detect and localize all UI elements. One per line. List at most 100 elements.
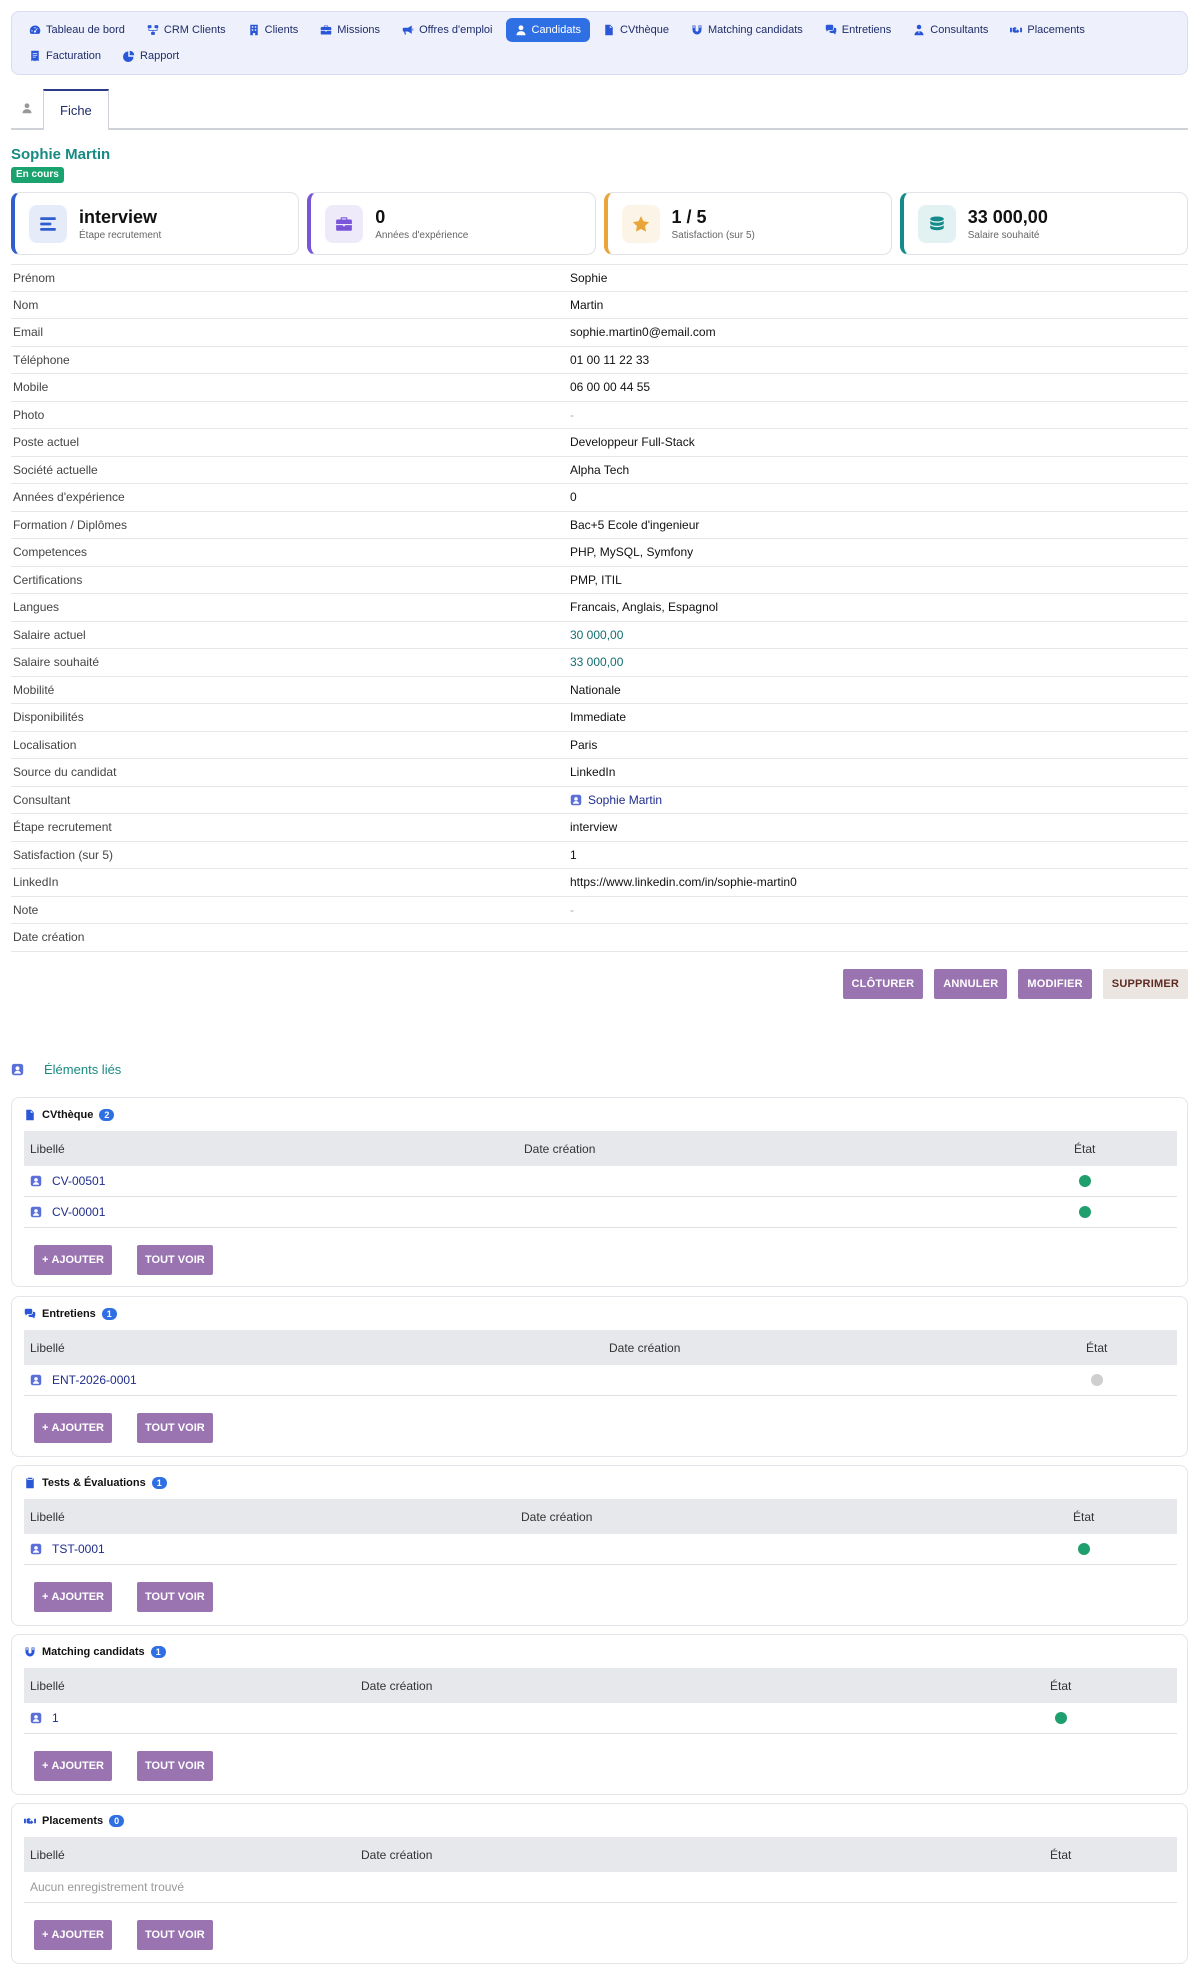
field-value-link[interactable]: Sophie Martin [570,793,662,807]
add-button[interactable]: + AJOUTER [34,1413,112,1443]
nav-item-facturation[interactable]: Facturation [20,44,110,68]
nav-item-missions[interactable]: Missions [311,18,389,42]
row-label: ENT-2026-0001 [52,1373,137,1387]
view-all-button[interactable]: TOUT VOIR [137,1920,213,1950]
col-libelle[interactable]: Libellé [30,1341,65,1355]
kpi-icon-box [917,204,956,243]
panel-title: Entretiens [42,1308,96,1320]
invoice-icon [31,50,39,62]
add-label: AJOUTER [51,1422,104,1434]
nav-item-candidats[interactable]: Candidats [505,18,591,42]
col-etat[interactable]: État [1050,1848,1071,1862]
linked-panel-matching-candidats: Matching candidats 1 Libellé Date création É… [11,1634,1188,1795]
field-value: Bac+5 Ecole d'ingenieur [570,517,700,532]
nav-item-label: Consultants [930,24,989,36]
detail-row: Email sophie.martin0@email.com [11,319,1188,347]
col-date-creation[interactable]: Date création [521,1510,592,1524]
table-row[interactable]: 1 [24,1703,1177,1734]
add-button[interactable]: + AJOUTER [34,1582,112,1612]
field-label: Certifications [13,572,83,587]
kpi-text: 1 / 5 Satisfaction (sur 5) [672,207,755,241]
kpi-text: interview Étape recrutement [79,207,161,241]
col-etat[interactable]: État [1050,1679,1071,1693]
nav-item-cvth-que[interactable]: CVthèque [594,18,678,42]
nav-item-label: Entretiens [841,24,892,36]
supprimer-button[interactable]: SUPPRIMER [1102,969,1188,999]
nav-item-crm-clients[interactable]: CRM Clients [138,18,235,42]
field-value: sophie.martin0@email.com [570,325,716,340]
plus-icon: + [42,1929,49,1941]
state-dot [1079,1206,1091,1218]
state-dot [1079,1175,1091,1187]
cloturer-button[interactable]: CLÔTURER [842,969,924,999]
table-row[interactable]: TST-0001 [24,1534,1177,1565]
row-link[interactable]: CV-00501 [30,1174,105,1188]
kpi-card: 0 Années d'expérience [307,192,596,255]
document-icon [26,1109,34,1121]
add-button[interactable]: + AJOUTER [34,1751,112,1781]
nav-item-placements[interactable]: Placements [1001,18,1093,42]
nav-item-entretiens[interactable]: Entretiens [816,18,901,42]
nav-item-offres-d-emploi[interactable]: Offres d'emploi [393,18,501,42]
panel-title: CVthèque [42,1109,94,1121]
annuler-button[interactable]: ANNULER [934,969,1008,999]
col-date-creation[interactable]: Date création [361,1848,432,1862]
col-libelle[interactable]: Libellé [30,1679,65,1693]
plus-icon: + [42,1591,49,1603]
nav-item-consultants[interactable]: Consultants [904,18,997,42]
col-date-creation[interactable]: Date création [524,1142,595,1156]
col-etat[interactable]: État [1074,1142,1095,1156]
view-all-button[interactable]: TOUT VOIR [137,1751,213,1781]
row-link[interactable]: TST-0001 [30,1542,105,1556]
user-card-icon [30,1175,42,1187]
row-link[interactable]: CV-00001 [30,1205,105,1219]
detail-row: Note - [11,897,1188,924]
detail-row: Langues Francais, Anglais, Espagnol [11,594,1188,622]
col-date-creation[interactable]: Date création [361,1679,432,1693]
detail-row: LinkedIn https://www.linkedin.com/in/soph… [11,869,1188,897]
field-label: Mobile [13,380,49,395]
col-etat[interactable]: État [1073,1510,1094,1524]
detail-row: Disponibilités Immediate [11,704,1188,732]
field-value: LinkedIn [570,765,616,780]
pie-chart-icon [123,50,135,62]
field-value: 30 000,00 [570,627,624,642]
add-label: AJOUTER [51,1254,104,1266]
row-link[interactable]: ENT-2026-0001 [30,1373,137,1387]
avatar-tab[interactable] [11,88,43,128]
add-button[interactable]: + AJOUTER [34,1245,112,1275]
detail-row: Société actuelle Alpha Tech [11,457,1188,484]
clipboard-check-icon [26,1477,34,1489]
main-nav: Tableau de bord CRM Clients Clients Mission… [11,11,1188,75]
tab-fiche[interactable]: Fiche [43,89,109,130]
table-row[interactable]: ENT-2026-0001 [24,1365,1177,1396]
kpi-value: interview [79,206,158,227]
table-row[interactable]: CV-00001 [24,1197,1177,1228]
detail-row: Années d'expérience 0 [11,484,1188,512]
col-libelle[interactable]: Libellé [30,1848,65,1862]
field-value: PHP, MySQL, Symfony [570,545,694,560]
nav-item-rapport[interactable]: Rapport [114,44,188,68]
add-label: AJOUTER [51,1929,104,1941]
col-etat[interactable]: État [1086,1341,1107,1355]
field-value: Paris [570,737,598,752]
nav-item-tableau-de-bord[interactable]: Tableau de bord [20,18,134,42]
nav-item-matching-candidats[interactable]: Matching candidats [682,18,812,42]
field-label: Salaire actuel [13,627,86,642]
table-row[interactable]: CV-00501 [24,1166,1177,1197]
modifier-button[interactable]: MODIFIER [1018,969,1092,999]
col-libelle[interactable]: Libellé [30,1510,65,1524]
view-all-button[interactable]: TOUT VOIR [137,1582,213,1612]
col-date-creation[interactable]: Date création [609,1341,680,1355]
row-link[interactable]: 1 [30,1711,59,1725]
kpi-value: 1 / 5 [671,206,707,227]
add-button[interactable]: + AJOUTER [34,1920,112,1950]
kpi-icon-box [325,204,364,243]
detail-row: Source du candidat LinkedIn [11,759,1188,787]
col-libelle[interactable]: Libellé [30,1142,65,1156]
nav-item-clients[interactable]: Clients [239,18,308,42]
field-label: Poste actuel [13,435,80,450]
view-all-button[interactable]: TOUT VOIR [137,1413,213,1443]
magnet-icon [692,25,702,35]
view-all-button[interactable]: TOUT VOIR [137,1245,213,1275]
